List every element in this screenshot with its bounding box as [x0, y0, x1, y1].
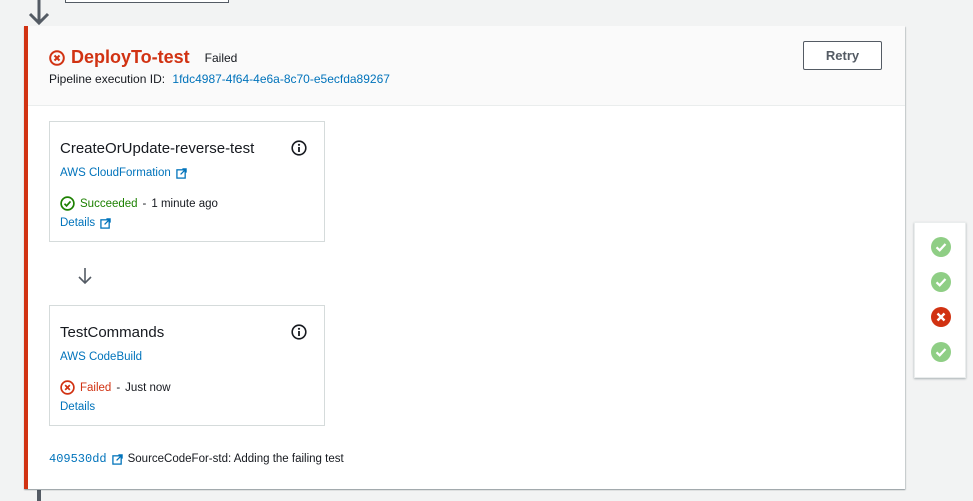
x-circle-icon [60, 380, 75, 395]
external-link-icon [100, 217, 111, 229]
action-card: TestCommands AWS CodeBuild Failed - Just… [49, 305, 325, 426]
action-title: TestCommands [60, 324, 165, 341]
arrow-down-icon [78, 268, 92, 285]
commit-info: 409530dd SourceCodeFor-std: Adding the f… [49, 452, 344, 466]
info-icon[interactable] [291, 140, 307, 156]
check-circle-icon [60, 196, 75, 211]
action-card: CreateOrUpdate-reverse-test AWS CloudFor… [49, 121, 325, 242]
stage-status-panel [914, 222, 966, 378]
commit-message: SourceCodeFor-std: Adding the failing te… [127, 453, 344, 465]
details-link[interactable]: Details [60, 401, 95, 413]
provider-link[interactable]: AWS CodeBuild [60, 351, 142, 363]
status-separator: - [142, 197, 147, 210]
provider-label: AWS CodeBuild [60, 351, 143, 363]
check-circle-filled-icon[interactable] [931, 237, 951, 257]
arrow-down-icon [28, 0, 50, 26]
status-text: Failed [80, 381, 112, 394]
x-circle-filled-icon[interactable] [931, 307, 951, 327]
stage-header: DeployTo-test Failed Pipeline execution … [28, 26, 905, 106]
x-circle-icon [49, 49, 65, 66]
external-link-icon [176, 167, 187, 179]
stage-card: DeployTo-test Failed Pipeline execution … [24, 26, 905, 489]
check-circle-filled-icon[interactable] [931, 272, 951, 292]
check-circle-filled-icon[interactable] [931, 342, 951, 362]
stage-connector-line [37, 490, 41, 501]
details-label: Details [60, 217, 96, 229]
commit-id-link[interactable]: 409530dd [49, 452, 107, 466]
status-text: Succeeded [80, 197, 138, 210]
external-link-icon[interactable] [111, 453, 123, 465]
status-time: 1 minute ago [151, 197, 218, 210]
provider-link[interactable]: AWS CloudFormation [60, 167, 187, 179]
info-icon[interactable] [291, 324, 307, 340]
details-label: Details [60, 401, 96, 413]
execution-id-label: Pipeline execution ID: [49, 72, 166, 86]
previous-stage-card [65, 0, 229, 3]
action-status: Succeeded - 1 minute ago [60, 196, 218, 211]
execution-id-link[interactable]: 1fdc4987-4f64-4e6a-8c70-e5ecfda89267 [172, 72, 390, 86]
provider-label: AWS CloudFormation [60, 167, 171, 179]
status-time: Just now [125, 381, 171, 394]
stage-title: DeployTo-test [71, 47, 190, 67]
action-status: Failed - Just now [60, 380, 171, 395]
stage-status: Failed [204, 50, 238, 65]
action-title: CreateOrUpdate-reverse-test [60, 140, 255, 157]
retry-button[interactable]: Retry [803, 41, 882, 70]
status-separator: - [116, 381, 121, 394]
details-link[interactable]: Details [60, 217, 111, 229]
